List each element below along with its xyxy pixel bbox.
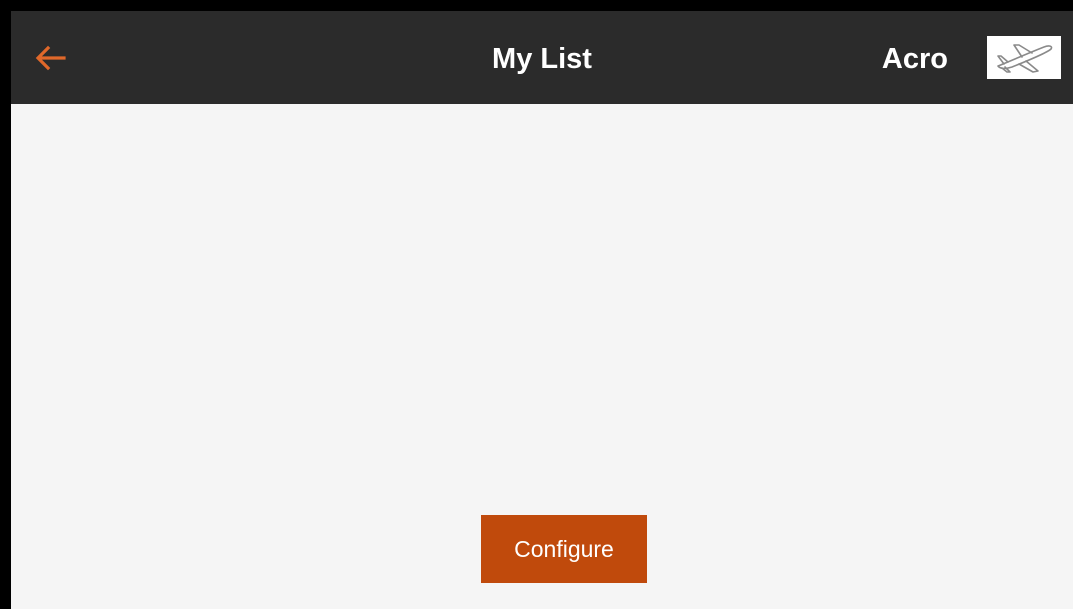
device-frame: My List Acro Configure <box>0 0 1073 609</box>
screen: My List Acro Configure <box>11 11 1073 609</box>
airplane-icon <box>997 43 1053 73</box>
back-button[interactable] <box>33 37 81 79</box>
top-bar: My List Acro <box>11 11 1073 104</box>
configure-button[interactable]: Configure <box>481 515 647 583</box>
model-name[interactable]: Acro <box>882 11 948 104</box>
arrow-left-icon <box>35 45 66 71</box>
model-type-button[interactable] <box>987 36 1061 79</box>
